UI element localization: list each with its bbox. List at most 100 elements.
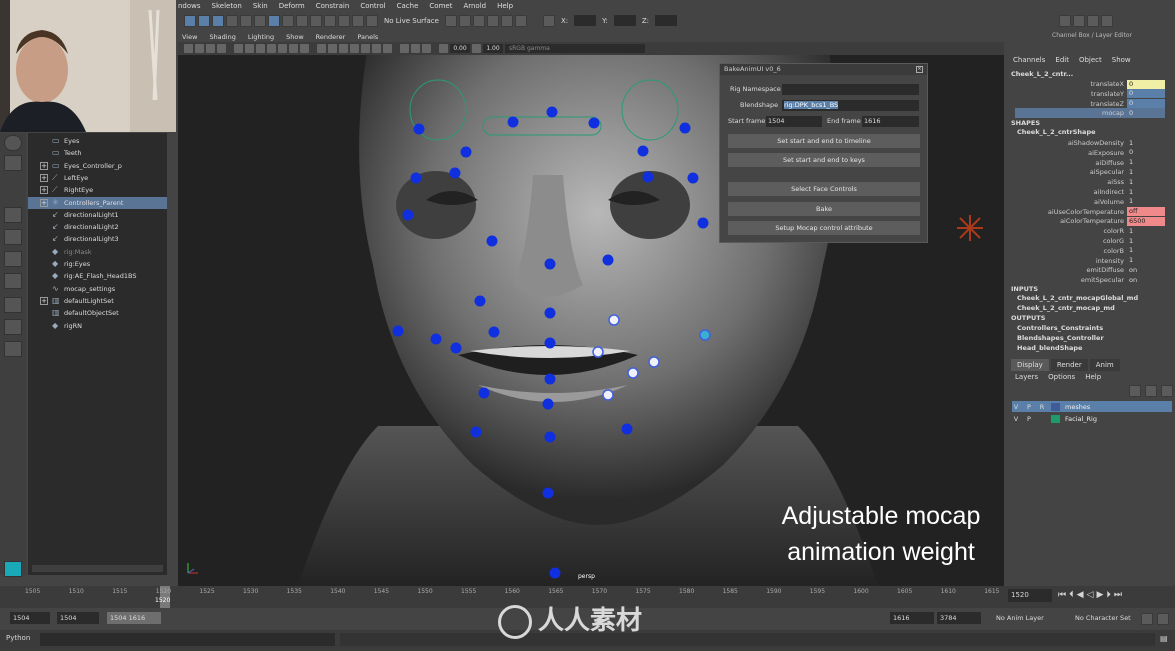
isolate-select-icon[interactable] xyxy=(400,44,409,53)
bake-button[interactable]: Bake xyxy=(728,202,920,216)
persp-outliner-icon[interactable] xyxy=(4,297,22,313)
viewport-menu-item[interactable]: Shading xyxy=(209,33,235,41)
face-control-dot[interactable] xyxy=(410,172,422,184)
channel-attr-row[interactable]: translateY 0 xyxy=(1015,89,1165,99)
attribute-editor-icon[interactable] xyxy=(1072,14,1085,27)
layer-tab[interactable]: Anim xyxy=(1089,359,1120,371)
face-control-dot[interactable] xyxy=(413,123,425,135)
script-language-label[interactable]: Python xyxy=(6,634,30,642)
face-control-dot[interactable] xyxy=(621,423,633,435)
outliner-icon[interactable] xyxy=(4,341,22,357)
attr-value[interactable]: 1 xyxy=(1127,256,1165,265)
attr-value[interactable]: off xyxy=(1127,207,1165,217)
expand-icon[interactable] xyxy=(40,248,48,256)
outliner-item[interactable]: ∿ mocap_settings xyxy=(28,283,167,295)
key-icon[interactable] xyxy=(1141,613,1153,625)
snap-grid-icon[interactable] xyxy=(296,14,308,27)
channel-attr-row[interactable]: translateZ 0 xyxy=(1015,99,1165,109)
arnold-render-icon[interactable] xyxy=(514,14,527,27)
exposure-field[interactable]: 0.00 xyxy=(450,44,470,53)
snap-surface-icon[interactable] xyxy=(352,14,364,27)
face-control-dot[interactable] xyxy=(544,307,556,319)
y-field[interactable] xyxy=(613,15,636,26)
script-editor-icon[interactable]: ▤ xyxy=(1160,634,1168,643)
rotate-tool-icon[interactable] xyxy=(240,14,252,27)
range-bar[interactable]: 1504 1616 xyxy=(107,612,161,624)
layer-color-swatch[interactable] xyxy=(1051,414,1060,423)
channel-attr-row[interactable]: emitDiffuse on xyxy=(1015,265,1165,275)
field-chart-icon[interactable] xyxy=(278,44,287,53)
move-tool-icon[interactable] xyxy=(226,14,238,27)
expand-icon[interactable]: + xyxy=(40,161,48,170)
wireframe-icon[interactable] xyxy=(317,44,326,53)
snap-point-icon[interactable] xyxy=(324,14,336,27)
layer-p-toggle[interactable]: P xyxy=(1025,403,1033,411)
render-frame-icon[interactable] xyxy=(458,14,471,27)
gamma-icon[interactable] xyxy=(472,44,481,53)
paint-select-icon[interactable] xyxy=(212,14,224,27)
outliner-item[interactable]: ▭ Eyes xyxy=(28,135,167,147)
outliner-item[interactable]: + ⟋ RightEye xyxy=(28,184,167,196)
color-space-dropdown[interactable]: sRGB gamma xyxy=(505,44,645,53)
anim-layer-dropdown[interactable]: No Anim Layer xyxy=(993,612,1063,624)
attr-value[interactable]: 1 xyxy=(1127,158,1165,167)
image-plane-icon[interactable] xyxy=(217,44,226,53)
x-field[interactable] xyxy=(574,15,597,26)
attr-value[interactable]: 1 xyxy=(1127,168,1165,177)
expand-icon[interactable]: + xyxy=(40,173,48,182)
outliner-item[interactable]: ◆ rig:Mask xyxy=(28,246,167,258)
layer-tab[interactable]: Render xyxy=(1050,359,1088,371)
lasso-tool-icon[interactable] xyxy=(198,14,210,27)
face-control-dot[interactable] xyxy=(474,295,486,307)
single-pane-icon[interactable] xyxy=(4,207,22,223)
layer-menu-item[interactable]: Layers xyxy=(1015,373,1038,381)
symmetry-icon[interactable] xyxy=(282,14,294,27)
modeling-toolkit-icon[interactable] xyxy=(1058,14,1071,27)
face-control-dot[interactable] xyxy=(687,172,699,184)
face-control-dot[interactable] xyxy=(507,116,519,128)
channel-attr-row[interactable]: aiUseColorTemperature off xyxy=(1015,207,1165,217)
layer-color-swatch[interactable] xyxy=(1051,402,1060,411)
face-control-dot[interactable] xyxy=(544,431,556,443)
face-control-dot[interactable] xyxy=(542,487,554,499)
face-control-dot[interactable] xyxy=(697,217,709,229)
side-by-side-icon[interactable] xyxy=(4,251,22,267)
expand-icon[interactable]: + xyxy=(40,296,48,305)
playback-start-field[interactable]: 1504 xyxy=(57,612,99,624)
layer-menu-item[interactable]: Options xyxy=(1048,373,1075,381)
channel-attr-row[interactable]: colorG 1 xyxy=(1015,236,1165,246)
display-layer[interactable]: V P Rmeshes xyxy=(1012,401,1172,412)
face-control-dot[interactable] xyxy=(637,145,649,157)
gate-mask-icon[interactable] xyxy=(267,44,276,53)
select-tool-icon[interactable] xyxy=(184,14,196,27)
face-control-dot[interactable] xyxy=(450,342,462,354)
attr-value[interactable]: on xyxy=(1127,266,1165,275)
menu-item[interactable]: Skeleton xyxy=(212,2,242,10)
xray-joints-icon[interactable] xyxy=(422,44,431,53)
layer-menu-item[interactable]: Help xyxy=(1085,373,1101,381)
channel-menu-item[interactable]: Channels xyxy=(1013,56,1045,64)
face-control-dot[interactable] xyxy=(392,325,404,337)
menu-item[interactable]: ndows xyxy=(178,2,201,10)
expand-icon[interactable] xyxy=(40,322,48,330)
attr-value[interactable]: 1 xyxy=(1127,178,1165,187)
safe-title-icon[interactable] xyxy=(300,44,309,53)
expand-icon[interactable]: + xyxy=(40,198,48,207)
viewport-menu-item[interactable]: View xyxy=(182,33,197,41)
expand-icon[interactable] xyxy=(40,149,48,157)
channel-box-icon[interactable] xyxy=(1100,14,1113,27)
step-back-icon[interactable]: ◀ xyxy=(1077,590,1084,600)
menu-item[interactable]: Constrain xyxy=(316,2,350,10)
end-frame-field[interactable]: 1616 xyxy=(862,116,919,127)
scale-tool-icon[interactable] xyxy=(254,14,266,27)
animation-start-field[interactable]: 1504 xyxy=(10,612,50,624)
channel-attr-row[interactable]: colorR 1 xyxy=(1015,226,1165,236)
outliner-item[interactable]: ▭ Teeth xyxy=(28,147,167,159)
go-start-icon[interactable]: ⏮ xyxy=(1058,590,1066,600)
selected-control-dot[interactable] xyxy=(699,329,711,341)
channel-menu-item[interactable]: Object xyxy=(1079,56,1102,64)
shadows-icon[interactable] xyxy=(372,44,381,53)
outliner-item[interactable]: + ▭ Eyes_Controller_p xyxy=(28,160,167,172)
channel-attr-row[interactable]: aiExposure 0 xyxy=(1015,148,1165,158)
set-keys-button[interactable]: Set start and end to keys xyxy=(728,153,920,167)
